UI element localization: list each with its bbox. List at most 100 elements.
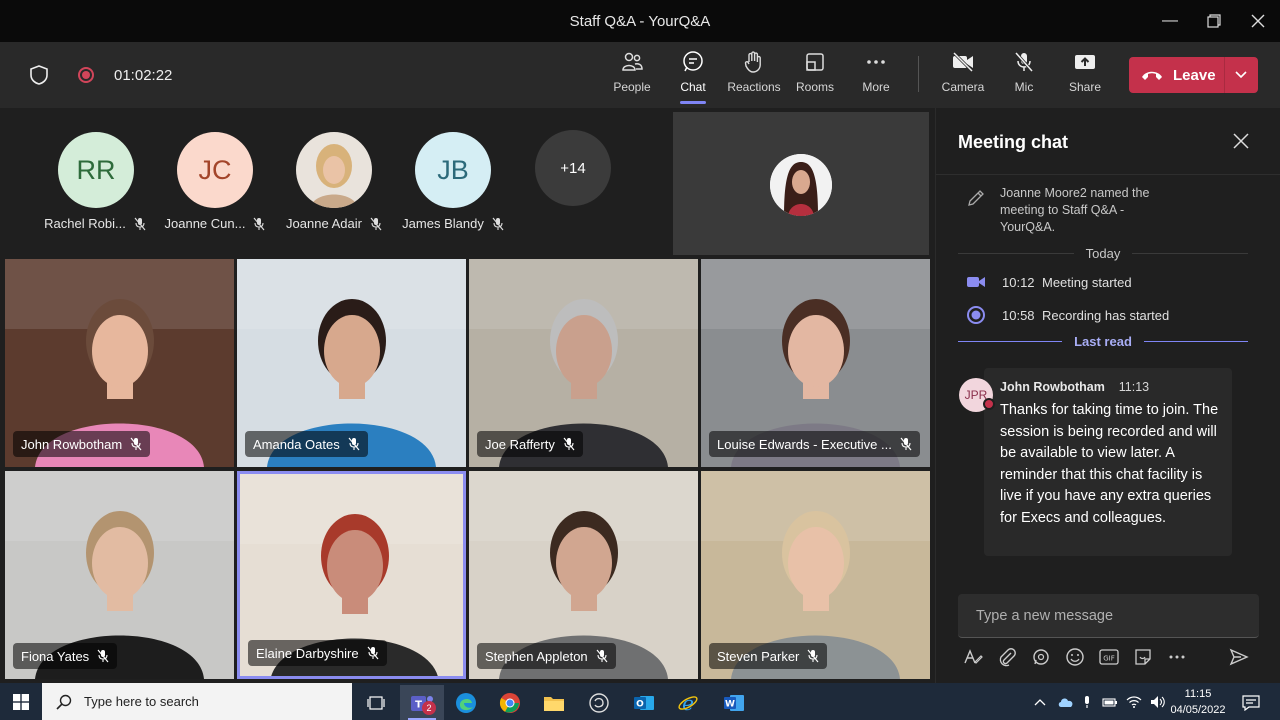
video-tile[interactable]: Elaine Darbyshire — [237, 471, 466, 679]
participant-name-tag: Stephen Appleton — [477, 643, 616, 669]
taskbar-app[interactable] — [577, 685, 621, 720]
notification-badge: 2 — [422, 701, 436, 715]
battery-icon[interactable] — [1102, 697, 1118, 707]
close-icon[interactable] — [1232, 132, 1250, 150]
self-avatar — [770, 154, 832, 216]
close-window-button[interactable] — [1236, 0, 1280, 42]
meeting-status: 01:02:22 — [28, 42, 172, 108]
mic-muted-icon — [130, 437, 142, 451]
pencil-icon — [968, 190, 984, 206]
participant-avatar[interactable]: JC — [177, 132, 253, 208]
message-header: John Rowbotham 11:13 — [1000, 380, 1149, 394]
taskbar-chrome[interactable] — [488, 685, 532, 720]
hang-up-icon — [1142, 71, 1162, 80]
wifi-icon[interactable] — [1126, 695, 1142, 708]
minimize-button[interactable]: — — [1148, 0, 1192, 42]
rooms-button[interactable]: Rooms — [785, 50, 845, 104]
start-button[interactable] — [0, 683, 42, 720]
reactions-button[interactable]: Reactions — [724, 50, 784, 104]
chat-title: Meeting chat — [958, 132, 1069, 152]
onedrive-icon[interactable] — [1058, 696, 1074, 708]
restore-button[interactable] — [1192, 0, 1236, 42]
more-button[interactable]: More — [846, 50, 906, 104]
taskbar-teams[interactable]: T 2 — [400, 685, 444, 720]
camera-button[interactable]: Camera — [933, 50, 993, 104]
chat-header-divider — [936, 174, 1280, 175]
mic-muted-icon — [134, 217, 146, 230]
emoji-button[interactable] — [1064, 646, 1086, 668]
message-author: John Rowbotham — [1000, 380, 1105, 394]
app-icon — [589, 692, 609, 713]
title-bar: Staff Q&A - YourQ&A — — [0, 0, 1280, 42]
attach-button[interactable] — [996, 646, 1018, 668]
recording-icon — [78, 67, 94, 83]
task-view-button[interactable] — [354, 685, 398, 720]
recording-started-event: 10:58 Recording has started — [966, 305, 1169, 325]
mic-muted-icon — [254, 217, 265, 230]
mic-button[interactable]: Mic — [994, 50, 1054, 104]
search-placeholder: Type here to search — [84, 694, 199, 709]
compose-box[interactable] — [958, 594, 1259, 638]
people-button[interactable]: People — [602, 50, 662, 104]
svg-text:W: W — [725, 699, 735, 709]
self-view-tile[interactable] — [673, 112, 929, 255]
mic-muted-icon — [370, 217, 382, 230]
participant-avatar[interactable]: RR — [58, 132, 134, 208]
more-participants-button[interactable]: +14 — [535, 130, 611, 206]
video-tile[interactable]: Steven Parker — [701, 471, 930, 679]
mic-off-icon — [1014, 52, 1034, 72]
taskbar-word[interactable]: W — [712, 685, 756, 720]
gif-button[interactable]: GIF — [1098, 646, 1120, 668]
participant-avatar[interactable]: JB — [415, 132, 491, 208]
mic-muted-icon — [807, 649, 819, 663]
leave-options-button[interactable] — [1225, 71, 1257, 79]
mic-muted-icon — [367, 646, 379, 660]
message-input[interactable] — [958, 594, 1259, 638]
send-button[interactable] — [1228, 646, 1250, 668]
microphone-icon[interactable] — [1082, 695, 1092, 709]
internet-explorer-icon: e — [678, 692, 698, 714]
raise-hand-icon — [744, 51, 761, 73]
mic-muted-icon — [900, 437, 912, 451]
taskbar-clock[interactable]: 11:15 04/05/2022 — [1162, 686, 1234, 718]
toolbar-divider — [918, 56, 919, 92]
emoji-icon — [1066, 648, 1084, 666]
notifications-button[interactable] — [1236, 685, 1266, 720]
shield-icon[interactable] — [28, 64, 50, 86]
chat-message[interactable]: John Rowbotham 11:13 Thanks for taking t… — [984, 368, 1232, 556]
loop-button[interactable] — [1030, 646, 1052, 668]
sticker-button[interactable] — [1132, 646, 1154, 668]
more-options-button[interactable] — [1166, 646, 1188, 668]
author-avatar[interactable]: JPR — [959, 378, 995, 412]
participant-name-tag: Amanda Oates — [245, 431, 368, 457]
leave-main[interactable]: Leave — [1129, 57, 1225, 93]
meeting-started-event: 10:12 Meeting started — [966, 274, 1132, 290]
video-tile[interactable]: Joe Rafferty — [469, 259, 698, 467]
compose-toolbar: GIF — [962, 646, 1258, 670]
video-tile[interactable]: Amanda Oates — [237, 259, 466, 467]
video-stage: RR Rachel Robi... JC Joanne Cun... Joann… — [0, 108, 935, 683]
chat-button[interactable]: Chat — [663, 50, 723, 104]
more-icon — [1169, 655, 1185, 659]
share-button[interactable]: Share — [1055, 50, 1115, 104]
taskbar-file-explorer[interactable] — [532, 685, 576, 720]
video-tile[interactable]: Stephen Appleton — [469, 471, 698, 679]
leave-button[interactable]: Leave — [1129, 57, 1258, 93]
taskbar-internet-explorer[interactable]: e — [666, 685, 710, 720]
camera-off-icon — [952, 51, 974, 73]
chevron-up-icon[interactable] — [1034, 698, 1046, 706]
taskbar-search[interactable]: Type here to search — [42, 683, 352, 720]
video-tile[interactable]: John Rowbotham — [5, 259, 234, 467]
more-label: More — [862, 80, 890, 94]
mic-muted-icon — [97, 649, 109, 663]
video-tile[interactable]: Fiona Yates — [5, 471, 234, 679]
taskbar-edge[interactable] — [444, 685, 488, 720]
chat-icon — [683, 51, 703, 72]
meeting-timer: 01:02:22 — [114, 66, 173, 84]
send-icon — [1229, 648, 1249, 666]
taskbar-outlook[interactable]: O — [622, 685, 666, 720]
participant-photo-avatar[interactable] — [296, 132, 372, 208]
video-tile[interactable]: Louise Edwards - Executive ... — [701, 259, 930, 467]
participant-name: Rachel Robi... — [35, 216, 155, 231]
format-button[interactable] — [962, 646, 984, 668]
